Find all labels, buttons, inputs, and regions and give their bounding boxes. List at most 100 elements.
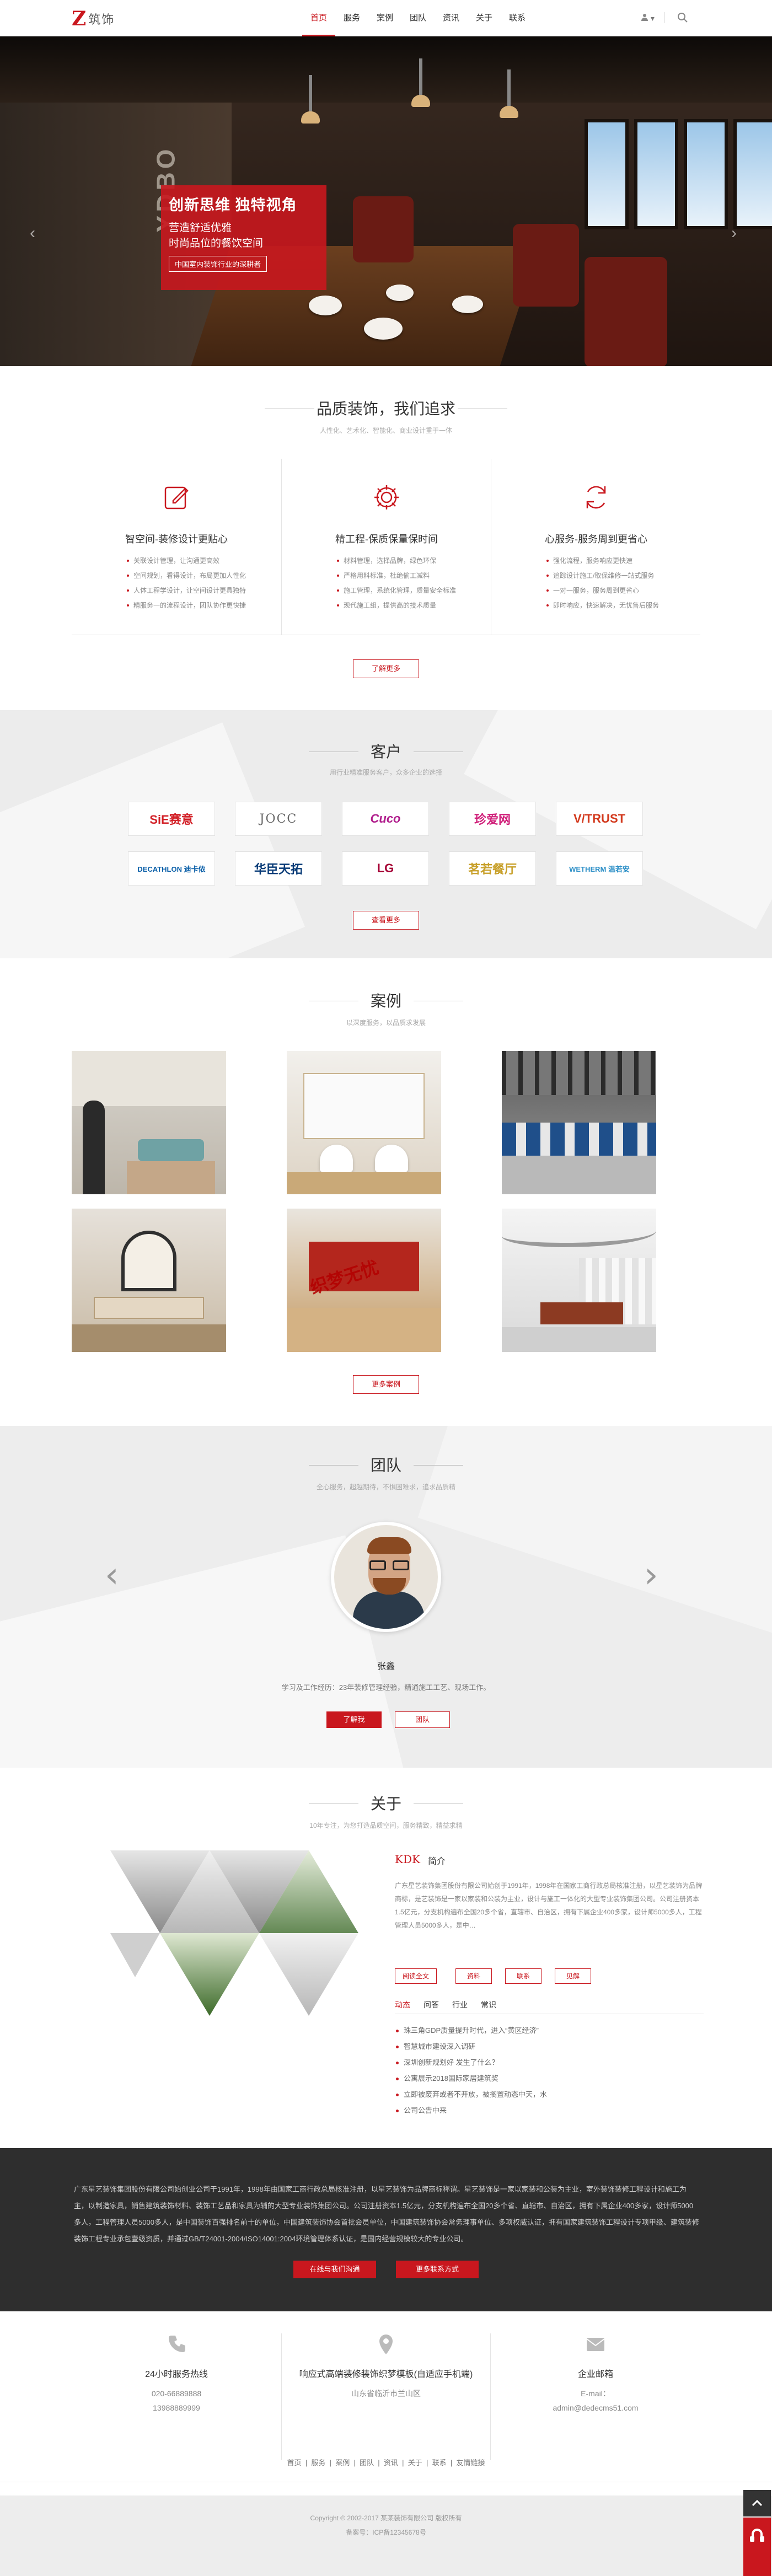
main-nav: 首页 服务 案例 团队 资讯 关于 联系 bbox=[302, 0, 534, 36]
news-item[interactable]: 公司公告中来 bbox=[395, 2102, 547, 2118]
client-logo[interactable]: V/TRUST bbox=[556, 802, 643, 836]
news-item[interactable]: 立即被废弃或者不开放，被搁置动态中天，水 bbox=[395, 2086, 547, 2102]
tab-industry[interactable]: 行业 bbox=[452, 1999, 468, 2010]
logo[interactable]: Z 筑饰 bbox=[72, 9, 115, 29]
footer-link[interactable]: 联系 bbox=[432, 2459, 447, 2467]
insights-button[interactable]: 见解 bbox=[555, 1968, 591, 1984]
news-item[interactable]: 珠三角GDP质量提升时代，进入“黄区经济” bbox=[395, 2022, 547, 2038]
team-member-name: 张鑫 bbox=[377, 1662, 395, 1671]
client-logo[interactable]: WETHERM 温若安 bbox=[556, 851, 643, 886]
pursuit-col: 精工程-保质保量保时间 材料管理，选择品牌，绿色环保 严格用料标准，杜绝偷工减料… bbox=[281, 459, 491, 635]
case-image[interactable]: 织梦无忧 bbox=[287, 1209, 441, 1352]
about-news-list: 珠三角GDP质量提升时代，进入“黄区经济” 智慧城市建设深入调研 深圳创新规划好… bbox=[395, 2022, 547, 2118]
banner-ceiling bbox=[0, 36, 772, 103]
news-item[interactable]: 智慧城市建设深入调研 bbox=[395, 2038, 547, 2054]
team-prev-arrow[interactable]: ‹ bbox=[105, 1555, 119, 1596]
search-button[interactable] bbox=[677, 12, 688, 23]
contact-button[interactable]: 联系 bbox=[505, 1968, 542, 1984]
list-item: 严格用料标准，杜绝偷工减料 bbox=[337, 568, 456, 583]
about-member-button[interactable]: 了解我 bbox=[326, 1711, 382, 1728]
about-tabs: 动态 问答 行业 常识 bbox=[395, 1999, 496, 2010]
view-more-clients-button[interactable]: 查看更多 bbox=[353, 911, 419, 930]
team-button[interactable]: 团队 bbox=[395, 1711, 450, 1728]
team-next-arrow[interactable]: › bbox=[644, 1555, 658, 1596]
client-logo[interactable]: JOCC bbox=[235, 802, 322, 836]
banner-plate bbox=[364, 318, 403, 340]
phone-number[interactable]: 020-66889888 bbox=[72, 2386, 281, 2401]
nav-news[interactable]: 资讯 bbox=[435, 0, 468, 36]
news-item[interactable]: 公寓展示2018国际家居建筑奖 bbox=[395, 2070, 547, 2086]
footer-link[interactable]: 资讯 bbox=[384, 2459, 398, 2467]
case-image[interactable] bbox=[502, 1051, 656, 1194]
case-arch bbox=[121, 1231, 176, 1291]
address: 山东省临沂市兰山区 bbox=[351, 2389, 421, 2398]
team-title: 团队 bbox=[370, 1457, 401, 1474]
read-more-button[interactable]: 阅读全文 bbox=[395, 1968, 437, 1984]
nav-team[interactable]: 团队 bbox=[401, 0, 435, 36]
nav-home[interactable]: 首页 bbox=[302, 0, 335, 36]
client-logo[interactable]: LG bbox=[342, 851, 429, 886]
pursuit-col: 心服务-服务周到更省心 强化流程，服务响应更快速 追踪设计施工/取保维修一站式服… bbox=[491, 459, 700, 635]
footer-link[interactable]: 关于 bbox=[408, 2459, 422, 2467]
contact-col: 响应式高端装修装饰织梦模板(自适应手机端) 山东省临沂市兰山区 bbox=[281, 2333, 491, 2460]
nav-about[interactable]: 关于 bbox=[468, 0, 501, 36]
client-logo[interactable]: 珍爱网 bbox=[449, 802, 536, 836]
case-ceiling bbox=[502, 1220, 656, 1247]
nav-services[interactable]: 服务 bbox=[335, 0, 368, 36]
case-floor bbox=[502, 1156, 656, 1194]
footer-link[interactable]: 首页 bbox=[287, 2459, 302, 2467]
footer-link[interactable]: 团队 bbox=[360, 2459, 374, 2467]
client-logo[interactable]: DECATHLON 迪卡侬 bbox=[128, 851, 215, 886]
banner-next-arrow[interactable]: › bbox=[731, 224, 744, 246]
learn-more-button[interactable]: 了解更多 bbox=[353, 659, 419, 678]
email-label: E-mail： bbox=[581, 2389, 610, 2398]
team-avatar[interactable] bbox=[331, 1522, 441, 1632]
list-item: 施工管理，系统化管理，质量安全标准 bbox=[337, 583, 456, 598]
mail-icon bbox=[586, 2338, 605, 2351]
footer-link[interactable]: 案例 bbox=[335, 2459, 350, 2467]
more-cases-button[interactable]: 更多案例 bbox=[353, 1375, 419, 1394]
email-address[interactable]: admin@dedecms51.com bbox=[491, 2401, 700, 2415]
team-member-desc: 学习及工作经历：23年装修管理经验，精通施工工艺、现场工作。 bbox=[281, 1683, 491, 1692]
banner-caption: 创新思维 独特视角 营造舒适优雅 时尚品位的餐饮空间 中国室内装饰行业的深耕者 bbox=[161, 185, 326, 290]
tab-qa[interactable]: 问答 bbox=[423, 1999, 439, 2010]
online-chat-button[interactable]: 在线与我们沟通 bbox=[293, 2261, 376, 2278]
case-image[interactable] bbox=[502, 1209, 656, 1352]
client-logo[interactable]: 华臣天拓 bbox=[235, 851, 322, 886]
client-logo-text: 华臣天拓 bbox=[254, 862, 303, 876]
footer-nav: 首页 | 服务 | 案例 | 团队 | 资讯 | 关于 | 联系 | 友情链接 bbox=[287, 2459, 485, 2467]
tab-news[interactable]: 动态 bbox=[395, 1999, 410, 2010]
news-item[interactable]: 深圳创新规划好 发生了什么？ bbox=[395, 2054, 547, 2070]
client-logo[interactable]: Cuco bbox=[342, 802, 429, 836]
tab-knowledge[interactable]: 常识 bbox=[481, 1999, 496, 2010]
client-logo-text: SiE赛意 bbox=[149, 813, 194, 827]
banner-line1: 营造舒适优雅 bbox=[169, 222, 232, 234]
icp-number[interactable]: 备案号：ICP备12345678号 bbox=[0, 2527, 772, 2537]
footer-link[interactable]: 服务 bbox=[311, 2459, 325, 2467]
more-contacts-button[interactable]: 更多联系方式 bbox=[396, 2261, 479, 2278]
banner-prev-arrow[interactable]: ‹ bbox=[30, 224, 43, 246]
case-ceiling bbox=[502, 1051, 656, 1095]
case-image[interactable] bbox=[72, 1051, 226, 1194]
nav-contact[interactable]: 联系 bbox=[501, 0, 534, 36]
case-image[interactable] bbox=[72, 1209, 226, 1352]
case-floor bbox=[127, 1161, 215, 1194]
list-item: 精服务一的流程设计，团队协作更快捷 bbox=[127, 598, 246, 613]
contact-col: 24小时服务热线 020-66889888 13988889999 bbox=[72, 2333, 281, 2460]
case-image[interactable] bbox=[287, 1051, 441, 1194]
phone-icon bbox=[169, 2336, 185, 2352]
user-menu[interactable]: ▾ bbox=[641, 13, 655, 23]
list-item: 关联设计管理，让沟通更高效 bbox=[127, 554, 246, 568]
back-to-top-button[interactable] bbox=[743, 2490, 771, 2516]
client-logo[interactable]: SiE赛意 bbox=[128, 802, 215, 836]
nav-cases[interactable]: 案例 bbox=[368, 0, 401, 36]
mobile-number[interactable]: 13988889999 bbox=[72, 2401, 281, 2415]
footer-link[interactable]: 友情链接 bbox=[456, 2459, 485, 2467]
contact-title: 24小时服务热线 bbox=[145, 2370, 208, 2379]
team-subtitle: 全心服务，超越期待，不惧困难求，追求品质精 bbox=[316, 1483, 455, 1491]
banner-headline: 创新思维 独特视角 bbox=[169, 197, 297, 213]
client-logo[interactable]: 茗若餐厅 bbox=[449, 851, 536, 886]
clients-title: 客户 bbox=[370, 743, 401, 760]
materials-button[interactable]: 资料 bbox=[455, 1968, 492, 1984]
contact-float-button[interactable] bbox=[743, 2518, 771, 2576]
